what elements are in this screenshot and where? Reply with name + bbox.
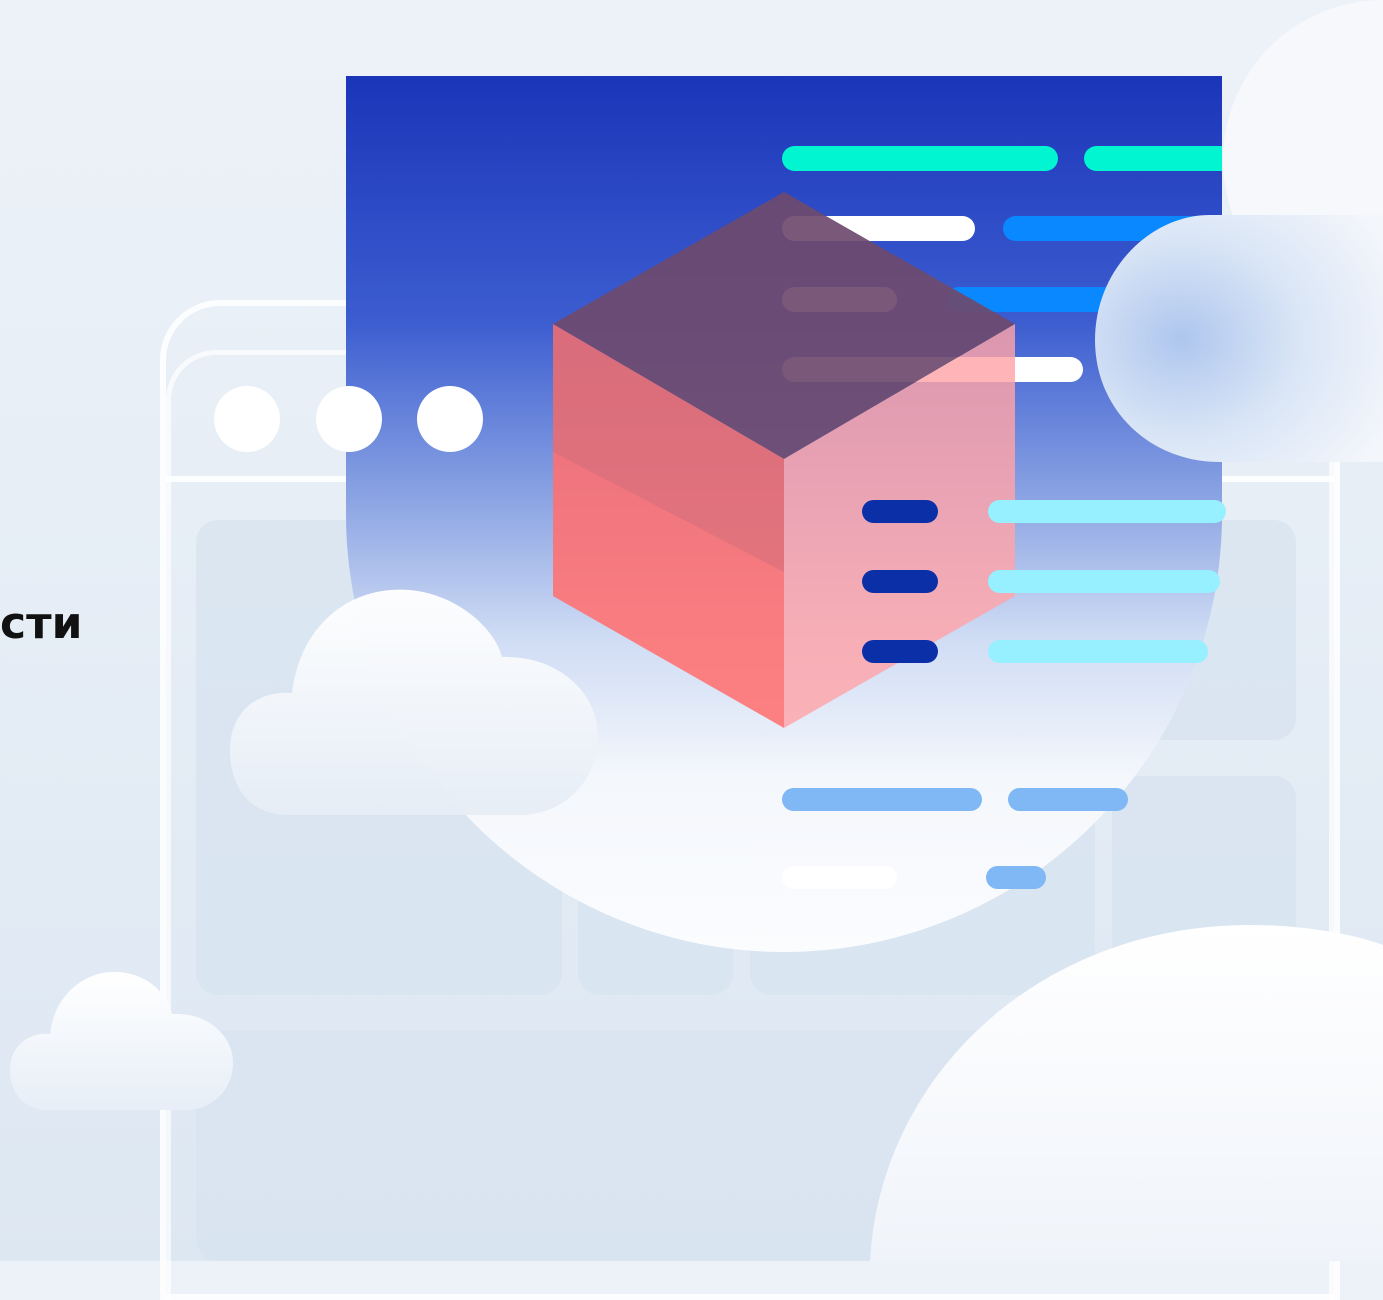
cloud-icon (230, 589, 598, 815)
cloud-icon (870, 925, 1383, 1261)
code-lines-lower-icon (782, 500, 1226, 889)
window-dot-icon (316, 386, 382, 452)
headline-text: сти (0, 598, 83, 649)
window-dot-icon (417, 386, 483, 452)
cloud-icon (10, 971, 233, 1110)
window-dot-icon (214, 386, 280, 452)
cloud-icon (1095, 0, 1383, 462)
